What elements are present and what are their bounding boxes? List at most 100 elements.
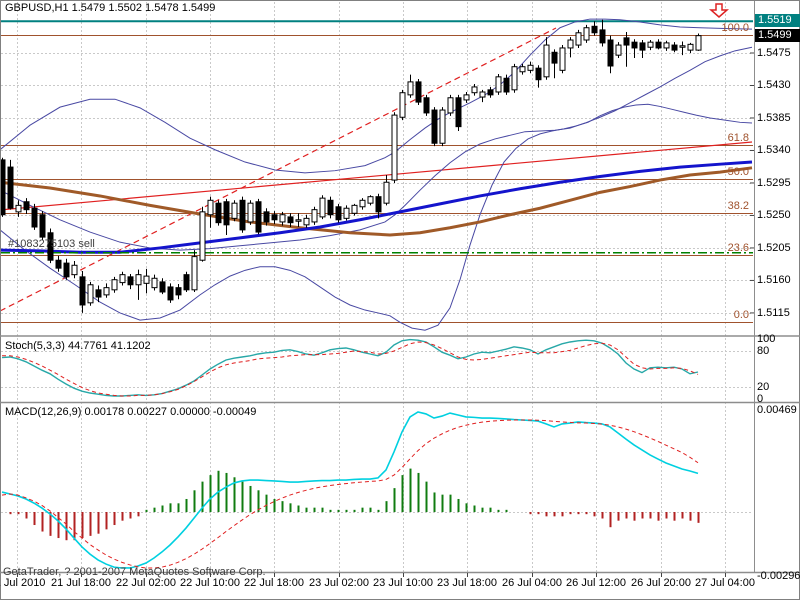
bull-candle (143, 275, 150, 284)
bull-candle (71, 264, 78, 276)
window-border (0, 0, 800, 600)
fib-level-label: 61.8 (727, 132, 749, 144)
bear-candle (375, 196, 382, 213)
bear-candle (55, 259, 62, 269)
bull-candle (695, 35, 702, 51)
stoch-scale-label: 20 (757, 381, 770, 393)
bear-candle (287, 216, 294, 224)
bear-candle (183, 274, 190, 291)
bear-candle (23, 201, 30, 211)
bear-candle (263, 211, 270, 223)
time-tick-label: 22 Jul 18:00 (244, 577, 304, 589)
bear-candle (631, 41, 638, 49)
bear-candle (39, 214, 46, 238)
bear-candle (455, 97, 462, 128)
bear-candle (655, 41, 662, 49)
price-tick-label: 1.5475 (757, 47, 791, 59)
bear-candle (167, 286, 174, 301)
bull-candle (399, 92, 406, 118)
price-tick-label: 1.5430 (757, 79, 791, 91)
bull-candle (343, 207, 350, 219)
bear-candle (415, 81, 422, 103)
bull-candle (207, 199, 214, 216)
bull-candle (575, 32, 582, 46)
bear-candle (271, 214, 278, 221)
bull-candle (279, 214, 286, 223)
time-tick-label: 23 Jul 18:00 (437, 577, 497, 589)
time-tick-label: 22 Jul 10:00 (180, 577, 240, 589)
macd-scale-label: -0.00296 (757, 570, 800, 582)
bear-candle (239, 199, 246, 231)
price-tick-label: 1.5205 (757, 242, 791, 254)
bear-candle (215, 202, 222, 224)
bull-candle (199, 211, 206, 261)
bear-candle (255, 201, 262, 233)
bull-candle (87, 284, 94, 304)
bull-candle (495, 76, 502, 93)
time-tick-label: 23 Jul 10:00 (373, 577, 433, 589)
fib-level-label: 0.0 (733, 309, 749, 321)
bull-candle (615, 44, 622, 56)
bear-candle (127, 276, 134, 286)
bull-candle (687, 43, 694, 51)
stoch-scale-label: 80 (757, 345, 770, 357)
bear-candle (95, 289, 102, 298)
price-tick-label: 1.5340 (757, 144, 791, 156)
time-tick-label: 21 Jul 18:00 (51, 577, 111, 589)
bear-candle (551, 51, 558, 64)
bear-candle (335, 206, 342, 221)
bull-candle (527, 64, 534, 71)
price-tick-label: 1.5250 (757, 209, 791, 221)
price-tick-label: 1.5160 (757, 274, 791, 286)
bull-candle (367, 196, 374, 204)
bear-candle (175, 287, 182, 296)
bull-candle (583, 27, 590, 41)
time-tick-label: 26 Jul 20:00 (631, 577, 691, 589)
bull-candle (319, 197, 326, 218)
bull-candle (679, 45, 686, 48)
time-tick-label: 26 Jul 04:00 (502, 577, 562, 589)
macd-indicator-label: MACD(12,26,9) 0.00178 0.00227 0.00000 -0… (5, 406, 257, 418)
bull-candle (543, 44, 550, 78)
bull-candle (567, 39, 574, 49)
bull-candle (647, 41, 654, 48)
bull-candle (519, 66, 526, 73)
bull-candle (303, 217, 310, 226)
bull-candle (447, 97, 454, 114)
price-badge: 1.5519 (755, 14, 800, 27)
bull-candle (663, 42, 670, 49)
stoch-scale-label: 100 (757, 333, 776, 345)
bull-candle (191, 256, 198, 291)
bull-candle (511, 66, 518, 91)
price-badge: 1.5499 (755, 29, 800, 42)
open-order-label: #1083275103 sell (8, 238, 95, 250)
bull-candle (111, 279, 118, 291)
bear-candle (599, 29, 606, 44)
time-tick-label: 23 Jul 02:00 (309, 577, 369, 589)
bull-candle (407, 81, 414, 96)
bull-candle (103, 287, 110, 296)
bull-candle (439, 109, 446, 144)
bull-candle (119, 274, 126, 284)
time-tick-label: 21 Jul 2010 (0, 577, 46, 589)
bear-candle (31, 207, 38, 228)
bear-candle (423, 97, 430, 114)
symbol-ohlc-readout: GBPUSD,H1 1.5479 1.5502 1.5478 1.5499 (5, 2, 216, 14)
bear-candle (7, 166, 14, 209)
price-tick-label: 1.5385 (757, 112, 791, 124)
bear-candle (327, 199, 334, 216)
bear-candle (639, 42, 646, 51)
bull-candle (383, 181, 390, 204)
fib-level-label: 23.6 (727, 242, 749, 254)
bull-candle (151, 277, 158, 289)
bull-candle (359, 199, 366, 208)
bull-candle (463, 94, 470, 101)
bear-candle (487, 89, 494, 96)
bull-candle (391, 114, 398, 181)
fib-level-label: 50.0 (727, 166, 749, 178)
chart-canvas[interactable] (0, 0, 800, 600)
bear-candle (431, 109, 438, 144)
bull-candle (559, 47, 566, 71)
fib-level-label: 100.0 (721, 22, 749, 34)
time-tick-label: 26 Jul 12:00 (566, 577, 626, 589)
